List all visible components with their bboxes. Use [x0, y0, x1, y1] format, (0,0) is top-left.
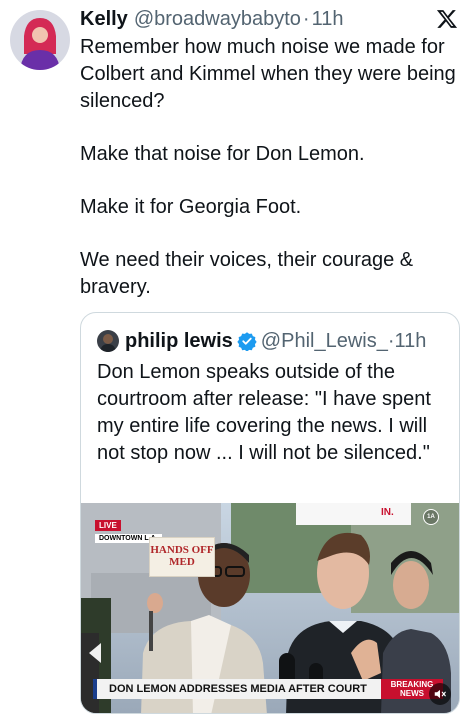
separator-dot: · [387, 329, 395, 352]
video-player[interactable]: IN. LIVE DOWNTOWN L.A. HANDS OFF MED 1A … [81, 503, 459, 713]
news-chyron: DON LEMON ADDRESSES MEDIA AFTER COURT BR… [93, 679, 443, 699]
tweet-paragraph: We need their voices, their courage & br… [80, 249, 414, 298]
verified-badge-icon [237, 331, 257, 352]
quoted-tweet-card[interactable]: philip lewis @Phil_Lewis_ · 11h Don Lemo… [80, 312, 460, 714]
network-badge: 1A [423, 509, 439, 525]
tweet-paragraph: Remember how much noise we made for Colb… [80, 36, 456, 112]
chyron-headline: DON LEMON ADDRESSES MEDIA AFTER COURT [93, 679, 381, 699]
tweet-paragraph: Make that noise for Don Lemon. [80, 143, 365, 165]
author-name[interactable]: Kelly [80, 8, 128, 31]
quoted-author-handle[interactable]: @Phil_Lewis_ [261, 330, 388, 353]
quoted-author-name[interactable]: philip lewis [125, 330, 233, 353]
separator-dot: · [302, 7, 310, 30]
tweet-header: Kelly @broadwaybabyto · 11h [80, 6, 460, 32]
tweet-time[interactable]: 11h [312, 8, 344, 31]
svg-text:IN.: IN. [381, 507, 394, 518]
quoted-tweet-time[interactable]: 11h [395, 330, 427, 353]
quoted-tweet-header: philip lewis @Phil_Lewis_ · 11h [97, 329, 451, 353]
x-logo-icon [436, 8, 458, 30]
live-badge: LIVE [95, 520, 121, 531]
author-handle[interactable]: @broadwaybabyto [134, 8, 301, 31]
quoted-author-avatar[interactable] [97, 330, 119, 352]
speaker-muted-icon[interactable] [429, 683, 451, 705]
author-avatar[interactable] [10, 10, 70, 70]
protest-sign: HANDS OFF MED [149, 537, 215, 577]
quoted-tweet-body: Don Lemon speaks outside of the courtroo… [97, 361, 431, 464]
tweet-paragraph: Make it for Georgia Foot. [80, 196, 302, 218]
tweet-body: Remember how much noise we made for Colb… [80, 34, 460, 301]
